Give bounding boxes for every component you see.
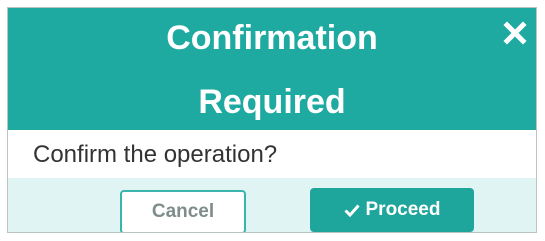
dialog-message: Confirm the operation? [33, 141, 278, 168]
dialog-title-line-1: Confirmation [166, 19, 378, 57]
proceed-button-label: Proceed [365, 199, 441, 220]
close-button[interactable] [502, 20, 528, 46]
dialog-header: Confirmation Required [8, 8, 536, 130]
confirmation-dialog: Confirmation Required Confirm the operat… [7, 7, 537, 233]
dialog-title-line-2: Required [198, 83, 346, 121]
close-icon [503, 21, 527, 45]
proceed-button[interactable]: Proceed [310, 188, 474, 232]
check-icon [343, 204, 360, 217]
cancel-button[interactable]: Cancel [120, 190, 246, 232]
dialog-footer: Cancel Proceed [8, 178, 536, 232]
cancel-button-label: Cancel [151, 201, 215, 222]
dialog-body: Confirm the operation? [8, 130, 536, 178]
